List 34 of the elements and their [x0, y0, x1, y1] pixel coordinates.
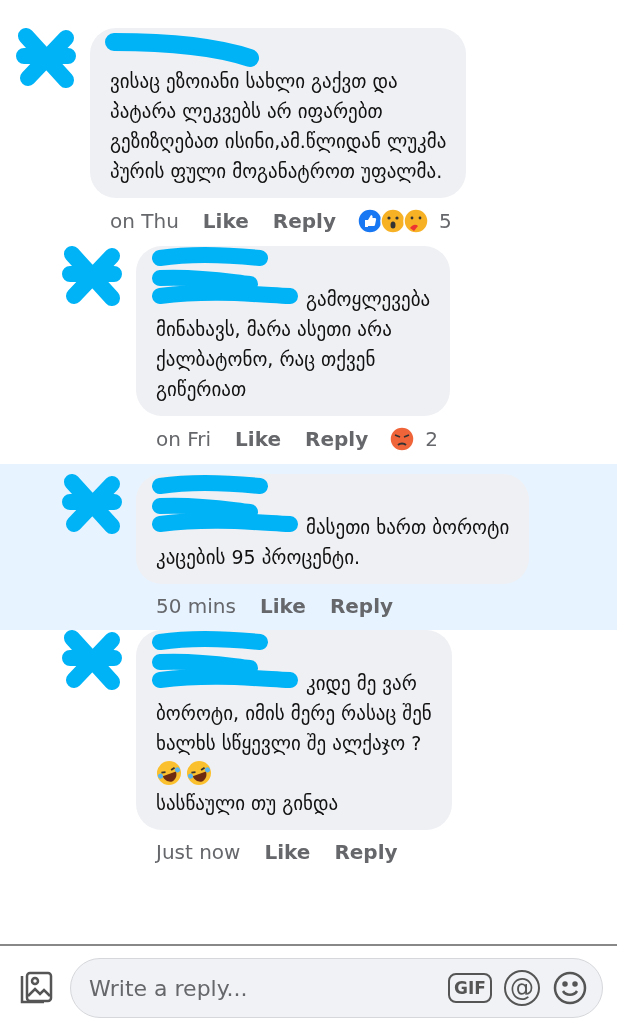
reply-link[interactable]: Reply	[305, 427, 369, 451]
comment-text: ვისაც ეზოიანი სახლი გაქვთ და პატარა ლეკვებს არ იფარებთ გეზიზღებათ ისინი,ამ.წლიდან ლუკმა პურის ფული მოგანატროთ უფალმა.	[110, 69, 447, 185]
like-link[interactable]: Like	[264, 840, 311, 864]
avatar-redaction-scribble	[16, 28, 76, 88]
comment-text: გამოყლევება მინახავს, მარა ასეთი არა ქალბატონო, რაც თქვენ გიწერიათ	[156, 287, 431, 403]
like-reaction-icon	[356, 208, 383, 234]
photo-icon[interactable]	[18, 970, 54, 1006]
comment-time: Just now	[156, 840, 241, 864]
comment-time: on Fri	[156, 427, 212, 451]
reply-link[interactable]: Reply	[334, 840, 398, 864]
comment-text: მასეთი ხართ ბოროტი კაცების 95 პროცენტი.	[156, 515, 510, 571]
reply-link[interactable]: Reply	[272, 209, 336, 233]
like-link[interactable]: Like	[202, 209, 249, 233]
comment-time: on Thu	[110, 209, 179, 233]
reply-link[interactable]: Reply	[329, 594, 394, 618]
gif-button[interactable]: GIF	[448, 973, 492, 1003]
like-link[interactable]: Like	[259, 594, 306, 618]
reply-input-field[interactable]: Write a reply... GIF @	[70, 958, 603, 1018]
emoji-icon[interactable]	[552, 970, 588, 1006]
avatar-redaction-scribble	[62, 246, 122, 306]
laughing-emoji-icon	[156, 760, 182, 786]
like-link[interactable]: Like	[235, 427, 282, 451]
comment-time: 50 mins	[156, 594, 236, 618]
angry-reaction-icon	[389, 426, 416, 452]
laughing-emoji-icon	[186, 760, 212, 786]
avatar-redaction-scribble	[62, 474, 122, 534]
comment-text: კიდე მე ვარ ბოროტი, იმის მერე რასაც შენ ხალხს სწყევლი შე ალქაჯო ?	[156, 671, 432, 757]
wow-reaction-icon	[379, 208, 406, 234]
mention-button[interactable]: @	[504, 970, 540, 1006]
avatar-redaction-scribble	[62, 630, 122, 690]
comment-text: სასწაული თუ გინდა	[156, 791, 340, 817]
reaction-count: 2	[425, 427, 438, 451]
reaction-count: 5	[438, 209, 452, 233]
care-reaction-icon	[402, 208, 429, 234]
